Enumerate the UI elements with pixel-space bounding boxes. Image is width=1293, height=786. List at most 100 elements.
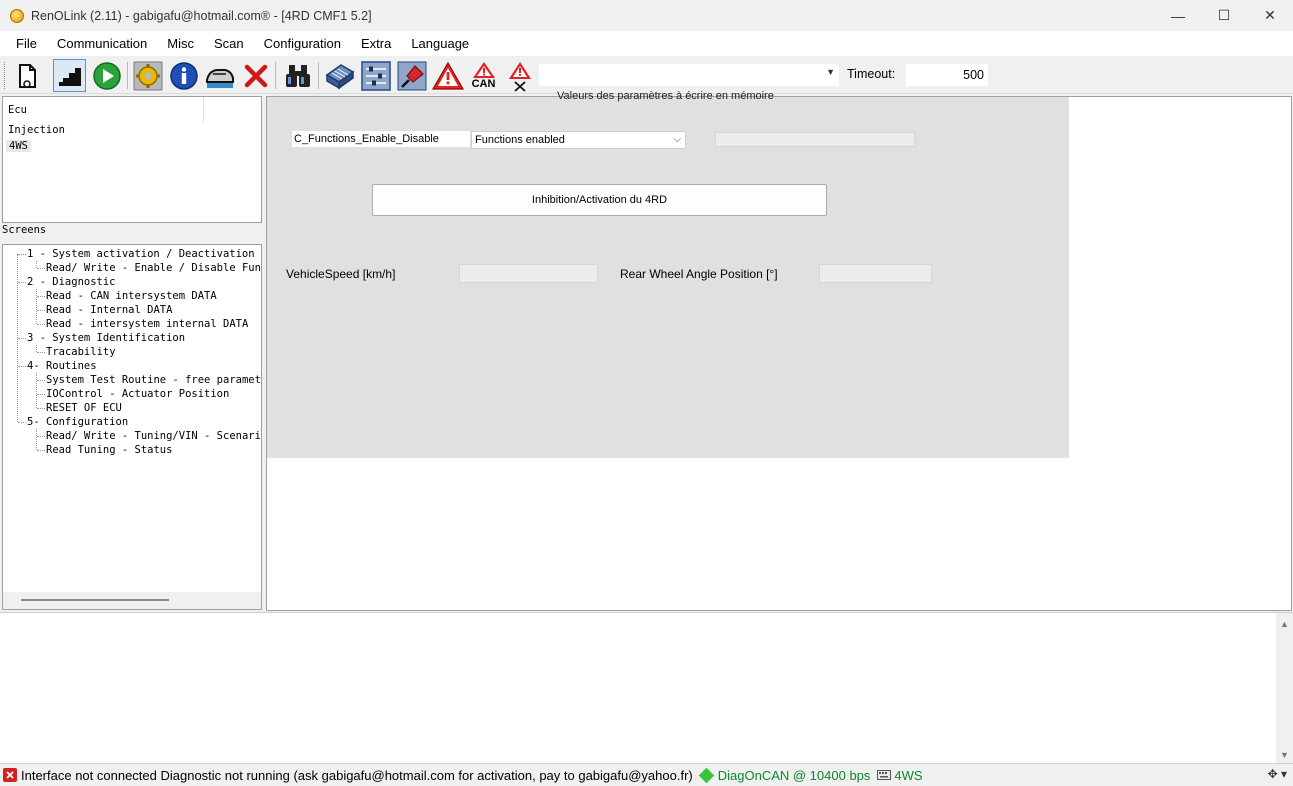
car-button[interactable]: [203, 59, 236, 92]
warning-icon: [431, 61, 464, 90]
tree-connector: [18, 422, 26, 423]
toolbar-separator: [318, 62, 319, 89]
toolbar-dropdown[interactable]: ▼: [539, 64, 839, 86]
column-divider[interactable]: [203, 97, 204, 123]
rear-wheel-angle-field: [819, 264, 932, 283]
screens-label: Screens: [2, 224, 47, 236]
parameter-panel: Valeurs des paramètres à écrire en mémoi…: [267, 90, 1069, 458]
tree-item-configuration[interactable]: 5- Configuration: [27, 415, 128, 429]
horizontal-scrollbar[interactable]: [3, 592, 261, 609]
parameter-select[interactable]: Functions enabled ⌵: [471, 131, 686, 149]
tree-item-system-activation[interactable]: 1 - System activation / Deactivation: [27, 247, 255, 261]
app-icon: [10, 8, 24, 23]
minimize-icon: —: [1171, 7, 1185, 24]
gear-button[interactable]: [131, 59, 164, 92]
screen-panel: Valeurs des paramètres à écrire en mémoi…: [266, 90, 1292, 611]
tree-item-system-test-routine[interactable]: System Test Routine - free parameter: [46, 373, 261, 387]
tree-connector: [37, 394, 45, 395]
tree-connector: [37, 450, 45, 451]
settings-panel-icon: [360, 60, 391, 91]
tree-item-routines[interactable]: 4- Routines: [27, 359, 97, 373]
keyboard-icon: [877, 770, 892, 780]
warning-clear-icon: [508, 61, 531, 92]
new-file-button[interactable]: [10, 59, 43, 92]
status-bar: Interface not connected Diagnostic not r…: [0, 763, 1293, 786]
close-button[interactable]: ✕: [1247, 0, 1293, 31]
menu-misc[interactable]: Misc: [157, 36, 204, 51]
menu-file[interactable]: File: [6, 36, 47, 51]
pin-button[interactable]: [395, 59, 428, 92]
tree-item-system-identification[interactable]: 3 - System Identification: [27, 331, 185, 345]
status-menu-icon[interactable]: ✥ ▾: [1268, 767, 1287, 781]
tree-item-can-intersystem[interactable]: Read - CAN intersystem DATA: [46, 289, 217, 303]
tree-connector: [18, 254, 26, 255]
play-button[interactable]: [90, 59, 123, 92]
binoculars-button[interactable]: [281, 59, 314, 92]
maximize-button[interactable]: ☐: [1201, 0, 1247, 31]
connection-diamond-icon: [698, 767, 715, 783]
warning-clear-button[interactable]: [503, 59, 536, 92]
menu-scan[interactable]: Scan: [204, 36, 254, 51]
inhibition-activation-button[interactable]: Inhibition/Activation du 4RD: [372, 184, 827, 216]
stairs-button[interactable]: [53, 59, 86, 92]
toolbar-separator: [275, 62, 276, 89]
tree-item-internal-data[interactable]: Read - Internal DATA: [46, 303, 172, 317]
stop-button[interactable]: [239, 59, 272, 92]
scroll-down-icon[interactable]: ▼: [1280, 750, 1289, 760]
menu-extra[interactable]: Extra: [351, 36, 401, 51]
tree-item-reset-ecu[interactable]: RESET OF ECU: [46, 401, 122, 415]
tree-connector: [37, 268, 45, 269]
ecu-column-header[interactable]: Ecu: [8, 104, 27, 116]
tree-item-tuning-status[interactable]: Read Tuning - Status: [46, 443, 172, 457]
settings-panel-button[interactable]: [359, 59, 392, 92]
tree-connector: [36, 261, 37, 268]
tree-item-tracability[interactable]: Tracability: [46, 345, 116, 359]
log-area[interactable]: ▲ ▼: [0, 612, 1293, 764]
play-icon: [92, 61, 121, 90]
vehicle-speed-label: VehicleSpeed [km/h]: [286, 267, 396, 281]
rear-wheel-angle-label: Rear Wheel Angle Position [°]: [620, 267, 778, 281]
tree-item-enable-disable[interactable]: Read/ Write - Enable / Disable Funct: [46, 261, 261, 275]
info-button[interactable]: [167, 59, 200, 92]
scroll-up-icon[interactable]: ▲: [1280, 619, 1289, 629]
status-protocol: DiagOnCAN @ 10400 bps: [717, 767, 871, 783]
menu-configuration[interactable]: Configuration: [254, 36, 351, 51]
tree-connector: [18, 366, 26, 367]
tree-connector: [37, 436, 45, 437]
tree-connector: [18, 282, 26, 283]
tree-connector: [37, 296, 45, 297]
scrollbar-thumb[interactable]: [21, 599, 169, 601]
tree-connector: [18, 338, 26, 339]
timeout-input[interactable]: 500: [906, 64, 988, 86]
timeout-label: Timeout:: [847, 67, 896, 81]
tree-item-iocontrol[interactable]: IOControl - Actuator Position: [46, 387, 229, 401]
vehicle-speed-field: [459, 264, 598, 283]
maximize-icon: ☐: [1217, 7, 1231, 23]
menu-language[interactable]: Language: [401, 36, 479, 51]
toolbar-grip[interactable]: [4, 62, 7, 89]
warning-button[interactable]: [431, 59, 464, 92]
parameter-heading: Valeurs des paramètres à écrire en mémoi…: [557, 90, 774, 102]
tree-item-diagnostic[interactable]: 2 - Diagnostic: [27, 275, 116, 289]
stairs-icon: [58, 67, 81, 86]
stop-icon: [244, 64, 267, 87]
ecu-button[interactable]: [323, 59, 356, 92]
menu-communication[interactable]: Communication: [47, 36, 157, 51]
tree-connector: [37, 380, 45, 381]
can-warning-button[interactable]: CAN: [467, 59, 500, 92]
minimize-button[interactable]: —: [1155, 0, 1201, 31]
tree-item-tuning-vin[interactable]: Read/ Write - Tuning/VIN - Scenario: [46, 429, 261, 443]
error-icon: [3, 768, 17, 782]
car-icon: [205, 68, 234, 88]
vertical-scrollbar[interactable]: ▲ ▼: [1276, 613, 1293, 764]
ecu-list: Ecu Injection 4WS: [2, 96, 262, 223]
tree-item-intersystem-internal[interactable]: Read - intersystem internal DATA: [46, 317, 248, 331]
title-bar: RenOLink (2.11) - gabigafu@hotmail.com® …: [0, 0, 1293, 31]
new-file-icon: [18, 63, 36, 88]
parameter-value-field: [715, 132, 915, 147]
ecu-row-4ws[interactable]: 4WS: [6, 140, 31, 152]
tree-connector: [36, 429, 37, 450]
tree-connector: [36, 373, 37, 408]
pin-icon: [397, 61, 426, 90]
ecu-row-injection[interactable]: Injection: [8, 124, 65, 136]
